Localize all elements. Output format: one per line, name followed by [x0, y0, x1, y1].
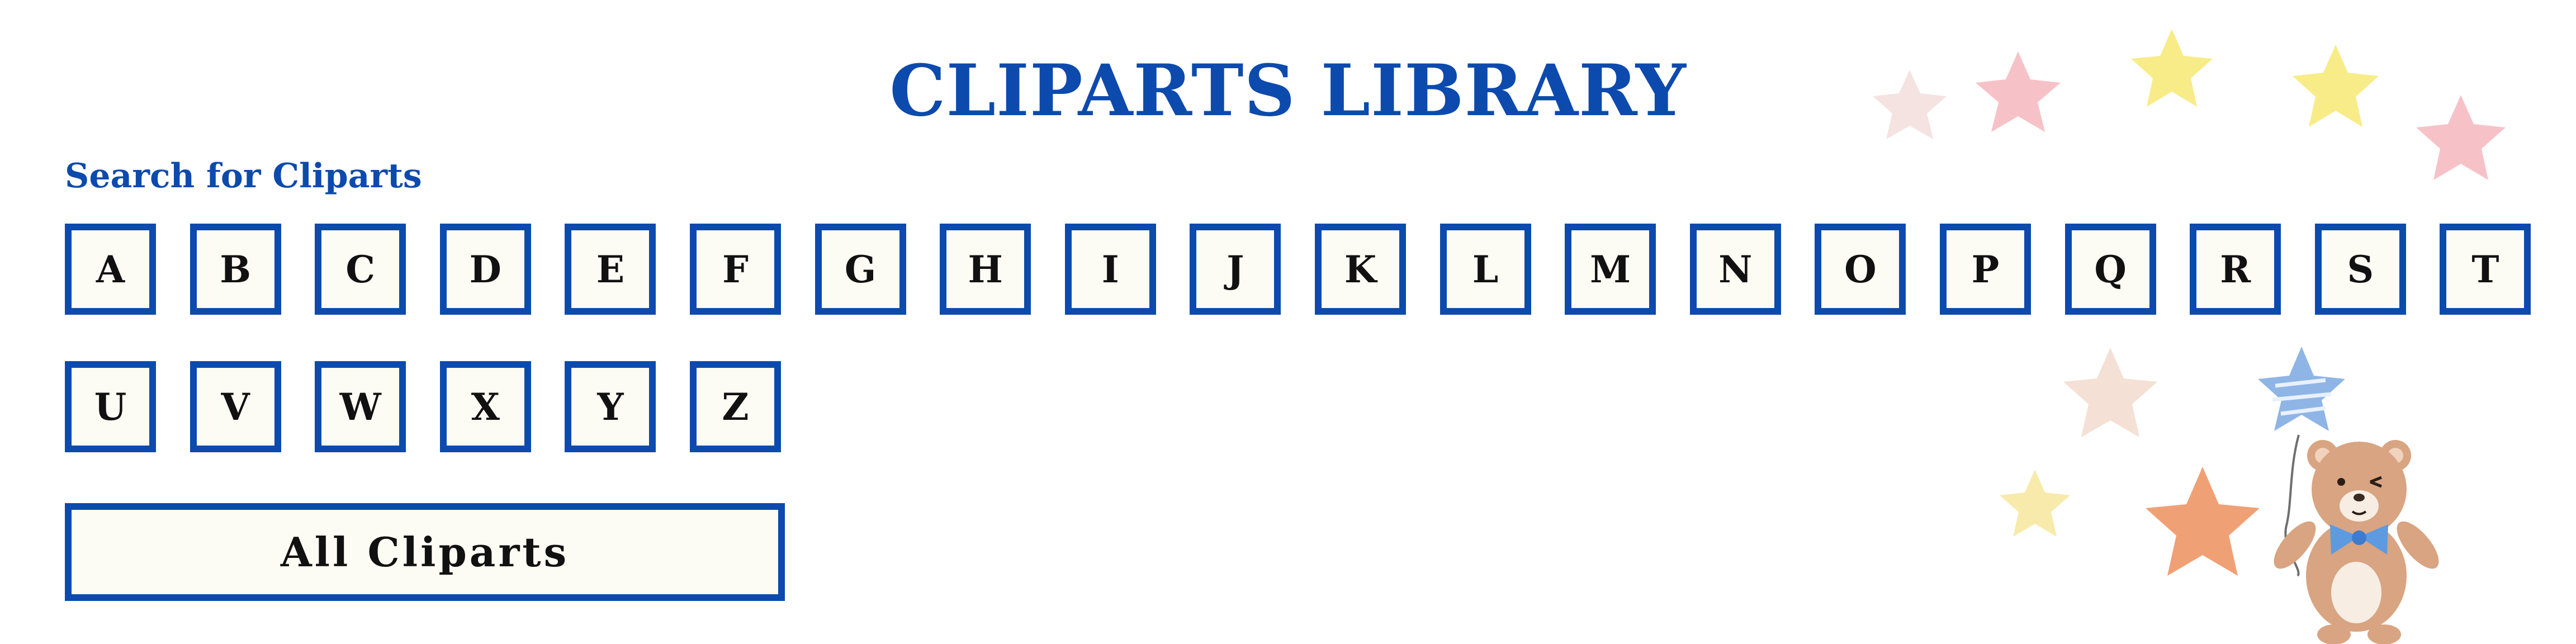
- star-icon: [2146, 467, 2260, 576]
- star-icon: [1976, 51, 2061, 132]
- all-cliparts-button[interactable]: All Cliparts: [65, 503, 785, 601]
- letter-button-l[interactable]: L: [1439, 224, 1531, 315]
- letter-button-t[interactable]: T: [2440, 224, 2531, 315]
- star-icon: [2293, 45, 2379, 127]
- stars-top-cluster: [1873, 29, 2506, 180]
- letter-button-z[interactable]: Z: [690, 361, 781, 452]
- letter-button-f[interactable]: F: [690, 224, 781, 315]
- bear-stars-cluster: [2000, 347, 2439, 644]
- letter-button-h[interactable]: H: [940, 224, 1031, 315]
- star-balloon-icon: [2258, 347, 2345, 431]
- letter-button-g[interactable]: G: [815, 224, 906, 315]
- letter-button-m[interactable]: M: [1565, 224, 1656, 315]
- letter-button-v[interactable]: V: [190, 361, 281, 452]
- star-icon: [1873, 70, 1947, 139]
- star-icon: [2000, 470, 2070, 537]
- teddy-bear-icon: [2274, 440, 2439, 644]
- star-icon: [2416, 95, 2506, 180]
- letter-button-d[interactable]: D: [439, 224, 531, 315]
- letter-button-p[interactable]: P: [1940, 224, 2031, 315]
- letter-button-o[interactable]: O: [1815, 224, 1906, 315]
- letter-button-x[interactable]: X: [439, 361, 531, 452]
- letter-button-u[interactable]: U: [65, 361, 156, 452]
- letter-button-q[interactable]: Q: [2064, 224, 2156, 315]
- star-icon: [2063, 348, 2157, 437]
- letter-button-k[interactable]: K: [1315, 224, 1406, 315]
- letter-button-i[interactable]: I: [1064, 224, 1156, 315]
- letter-button-e[interactable]: E: [565, 224, 656, 315]
- letter-button-y[interactable]: Y: [565, 361, 656, 452]
- letter-button-c[interactable]: C: [315, 224, 406, 315]
- letter-button-s[interactable]: S: [2314, 224, 2406, 315]
- star-icon: [2131, 29, 2213, 107]
- letter-button-b[interactable]: B: [190, 224, 281, 315]
- letter-button-r[interactable]: R: [2190, 224, 2281, 315]
- letter-button-n[interactable]: N: [1689, 224, 1781, 315]
- letter-button-j[interactable]: J: [1190, 224, 1281, 315]
- letter-button-a[interactable]: A: [65, 224, 156, 315]
- letter-button-w[interactable]: W: [315, 361, 406, 452]
- search-heading: Search for Cliparts: [65, 157, 422, 196]
